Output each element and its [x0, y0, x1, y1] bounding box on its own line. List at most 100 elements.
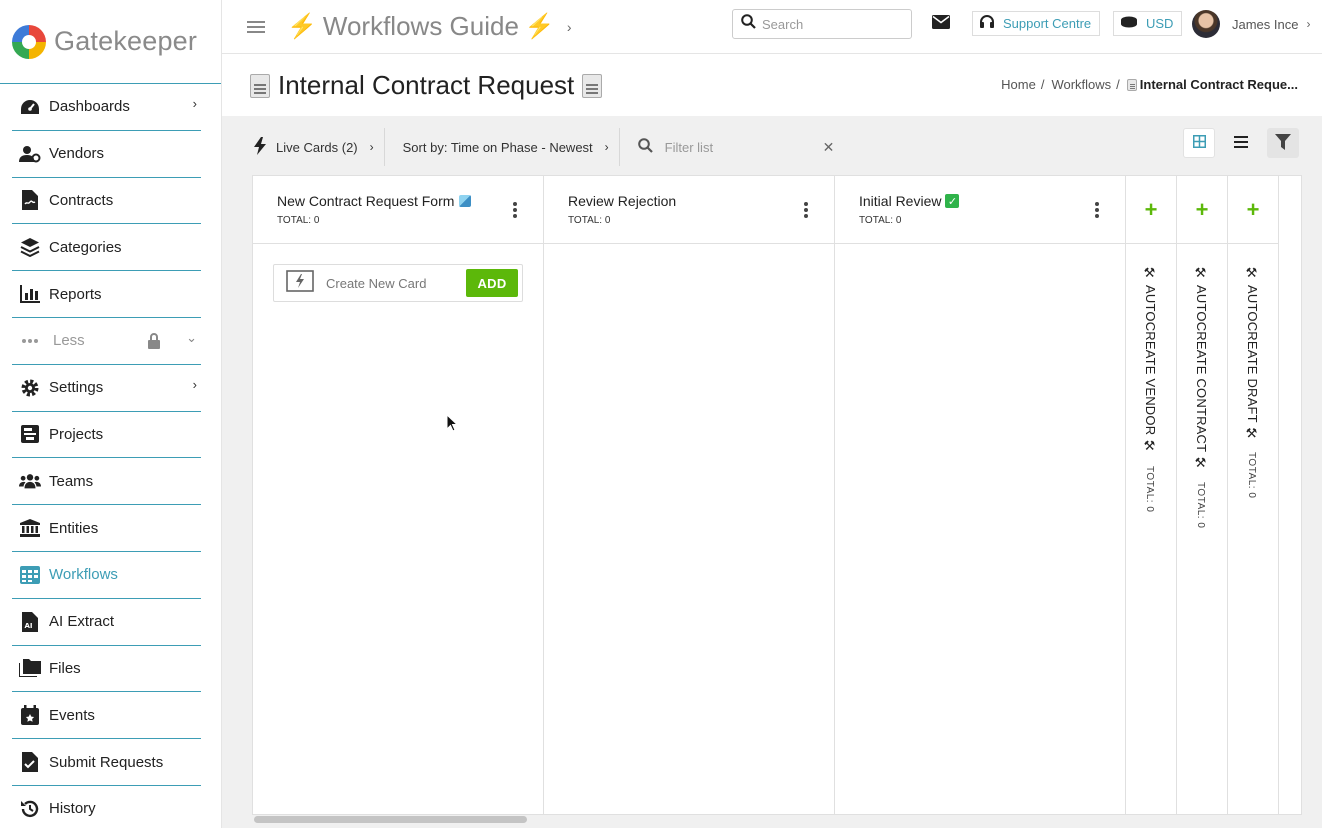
coins-icon	[1120, 16, 1146, 31]
breadcrumb-current: Internal Contract Reque...	[1139, 77, 1298, 92]
filter-button[interactable]	[1267, 128, 1299, 158]
sidebar-item-label: Contracts	[49, 191, 114, 209]
sidebar-item-categories[interactable]: Categories	[12, 224, 201, 272]
list-view-button[interactable]	[1225, 128, 1257, 158]
collapsed-column-title-text: AUTOCREATE VENDOR	[1143, 285, 1158, 436]
check-mark-icon: ✓	[945, 194, 960, 208]
create-card-label[interactable]: Create New Card	[326, 276, 426, 291]
column-header: Initial Review ✓ TOTAL: 0	[835, 176, 1125, 244]
sidebar-item-submit-requests[interactable]: Submit Requests	[12, 739, 201, 786]
sidebar-item-label: Files	[49, 659, 81, 677]
mail-icon[interactable]	[932, 15, 950, 34]
sidebar-item-contracts[interactable]: Contracts	[12, 178, 201, 225]
grid-view-button[interactable]	[1183, 128, 1215, 158]
sidebar-item-history[interactable]: History	[12, 786, 201, 828]
logo[interactable]: Gatekeeper	[0, 0, 221, 84]
sidebar-item-label: Less	[53, 332, 85, 350]
column-title-text: Initial Review	[859, 193, 942, 209]
sidebar-item-label: Entities	[49, 519, 99, 537]
collapsed-column[interactable]: + ⚒ AUTOCREATE CONTRACT ⚒ TOTAL: 0	[1177, 176, 1228, 814]
column-header: +	[1126, 176, 1176, 244]
ai-extract-icon: AI	[19, 611, 41, 632]
document-icon	[250, 73, 270, 98]
top-bar: ⚡ Workflows Guide ⚡ › Support Centre USD…	[222, 0, 1322, 54]
live-cards-label: Live Cards (2)	[276, 139, 358, 155]
search-box	[732, 9, 912, 39]
chevron-right-icon: ›	[192, 96, 197, 111]
chevron-right-icon: ›	[604, 140, 609, 154]
column-total: TOTAL: 0	[1144, 466, 1155, 513]
column-header: New Contract Request Form TOTAL: 0	[253, 176, 543, 244]
sidebar-item-teams[interactable]: Teams	[12, 458, 201, 506]
currency-button[interactable]: USD	[1113, 11, 1183, 36]
document-icon	[1126, 78, 1137, 91]
sidebar-item-vendors[interactable]: Vendors	[12, 131, 201, 178]
column-title: Initial Review ✓	[859, 193, 960, 209]
cube-icon	[459, 195, 472, 207]
column-title: Review Rejection	[568, 193, 676, 209]
column-total: TOTAL: 0	[277, 215, 320, 226]
vendors-icon	[19, 144, 41, 164]
list-icon	[1234, 135, 1248, 151]
sidebar-nav: Dashboards › Vendors Contracts Categorie…	[0, 84, 221, 828]
currency-label: USD	[1146, 16, 1174, 31]
logo-text: Gatekeeper	[54, 26, 198, 56]
sidebar-item-settings[interactable]: Settings ›	[12, 365, 201, 412]
kebab-menu-icon[interactable]	[1095, 202, 1099, 220]
column-title-text: Review Rejection	[568, 193, 677, 209]
collapsed-column[interactable]: + ⚒ AUTOCREATE VENDOR ⚒ TOTAL: 0	[1126, 176, 1177, 814]
plus-icon[interactable]: +	[1247, 197, 1260, 223]
breadcrumb-workflows[interactable]: Workflows	[1051, 77, 1111, 92]
sidebar-item-ai-extract[interactable]: AI AI Extract	[12, 599, 201, 646]
sidebar-item-files[interactable]: Files	[12, 646, 201, 693]
collapsed-column[interactable]: + ⚒ AUTOCREATE DRAFT ⚒ TOTAL: 0	[1228, 176, 1279, 814]
plus-icon[interactable]: +	[1196, 197, 1209, 223]
hamburger-menu-icon[interactable]	[247, 18, 265, 36]
headset-icon	[979, 14, 1003, 33]
create-card-box: Create New Card ADD	[273, 264, 523, 302]
add-button[interactable]: ADD	[466, 269, 518, 297]
sidebar-item-label: Dashboards	[49, 98, 130, 116]
sidebar-item-entities[interactable]: Entities	[12, 505, 201, 552]
sidebar-item-label: AI Extract	[49, 613, 115, 631]
sidebar-item-reports[interactable]: Reports	[12, 271, 201, 318]
close-icon[interactable]: ✕	[823, 139, 835, 156]
events-icon	[19, 705, 41, 726]
page-title-text: Internal Contract Request	[278, 70, 575, 100]
svg-text:AI: AI	[25, 622, 33, 630]
chevron-right-icon: ›	[192, 376, 197, 392]
column-total: TOTAL: 0	[859, 215, 902, 226]
breadcrumb-home[interactable]: Home	[1001, 77, 1036, 92]
sort-button[interactable]: Sort by: Time on Phase - Newest ›	[385, 128, 619, 166]
user-menu[interactable]: James Ince ›	[1192, 10, 1310, 38]
sidebar-item-workflows[interactable]: Workflows	[12, 552, 201, 599]
kebab-menu-icon[interactable]	[804, 202, 808, 220]
chevron-right-icon: ›	[566, 18, 572, 35]
sidebar-item-events[interactable]: Events	[12, 692, 201, 740]
chevron-right-icon: ›	[369, 140, 374, 154]
live-cards-button[interactable]: Live Cards (2) ›	[252, 128, 384, 166]
support-centre-button[interactable]: Support Centre	[972, 11, 1101, 36]
column-total: TOTAL: 0	[1246, 452, 1257, 499]
kebab-menu-icon[interactable]	[513, 202, 517, 220]
column-total: TOTAL: 0	[568, 215, 611, 226]
search-input[interactable]	[762, 16, 902, 32]
sidebar-item-label: Projects	[49, 425, 104, 443]
support-label: Support Centre	[1003, 16, 1092, 31]
sidebar-item-label: Vendors	[49, 145, 105, 163]
sidebar-item-projects[interactable]: Projects	[12, 412, 201, 459]
sidebar-item-label: Reports	[49, 285, 102, 303]
more-icon	[19, 331, 41, 351]
horizontal-scrollbar[interactable]	[254, 816, 527, 823]
filter-input[interactable]	[664, 139, 815, 155]
plus-icon[interactable]: +	[1145, 197, 1158, 223]
gatekeeper-logo-icon	[12, 24, 46, 59]
projects-icon	[19, 424, 41, 444]
sidebar-item-dashboards[interactable]: Dashboards ›	[12, 84, 201, 131]
sidebar-item-less[interactable]: Less ⌄	[12, 318, 201, 365]
sidebar-item-label: Categories	[49, 238, 122, 256]
column-header: Review Rejection TOTAL: 0	[544, 176, 834, 244]
workflow-title[interactable]: ⚡ Workflows Guide ⚡ ›	[287, 11, 571, 42]
settings-icon	[19, 378, 41, 398]
breadcrumb: Home / Workflows / Internal Contract Reque…	[1001, 77, 1298, 92]
